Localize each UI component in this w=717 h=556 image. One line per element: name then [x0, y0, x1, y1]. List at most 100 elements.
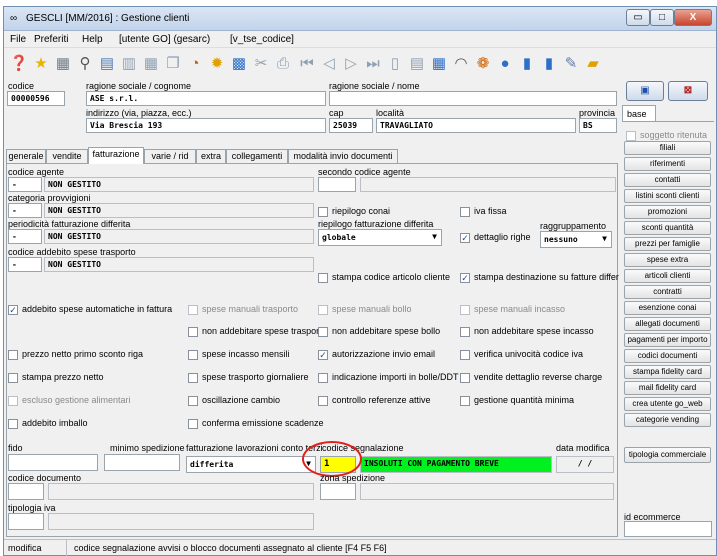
print-icon[interactable]: ⎙	[272, 53, 294, 75]
grid-icon[interactable]: ▦	[52, 53, 74, 75]
cancel-icon[interactable]: ⊠	[668, 81, 708, 101]
period-code[interactable]: -	[8, 229, 42, 244]
vendite-reverse-checkbox[interactable]: vendite dettaglio reverse charge	[460, 372, 602, 383]
last-icon[interactable]: ⏭	[362, 53, 384, 75]
non-add-bollo-checkbox[interactable]: non addebitare spese bollo	[318, 326, 440, 337]
report-icon[interactable]: ▤	[406, 53, 428, 75]
page-icon[interactable]: ▯	[384, 53, 406, 75]
indicazione-importi-checkbox[interactable]: indicazione importi in bolle/DDT	[318, 372, 459, 383]
stampa-prezzo-checkbox[interactable]: stampa prezzo netto	[8, 372, 104, 383]
non-add-trasp-checkbox[interactable]: non addebitare spese trasporto	[188, 326, 327, 337]
localita-field[interactable]: TRAVAGLIATO	[376, 118, 576, 133]
iva-fissa-checkbox[interactable]: iva fissa	[460, 206, 507, 217]
doc-stack-icon[interactable]: ▮	[538, 53, 560, 75]
menu-tse-codice[interactable]: [v_tse_codice]	[230, 34, 294, 45]
fido-field[interactable]	[8, 454, 98, 471]
zona-code[interactable]	[320, 483, 356, 500]
promozioni-button[interactable]: promozioni	[624, 205, 711, 219]
menu-utente[interactable]: [utente GO] (gesarc)	[119, 34, 210, 45]
controllo-ref-checkbox[interactable]: controllo referenze attive	[318, 395, 431, 406]
riepilogo-fatt-select[interactable]: globale ▼	[318, 229, 442, 246]
doc-blue-icon[interactable]: ▮	[516, 53, 538, 75]
tab-modalita-invio[interactable]: modalità invio documenti	[288, 149, 398, 163]
list-icon[interactable]: ▥	[118, 53, 140, 75]
stampa-dest-checkbox[interactable]: ✓ stampa destinazione su fatture differ	[460, 272, 619, 283]
cap-field[interactable]: 25039	[329, 118, 373, 133]
raggr-select[interactable]: nessuno ▼	[540, 231, 612, 248]
addebito-imballo-checkbox[interactable]: addebito imballo	[8, 418, 88, 429]
oscillazione-checkbox[interactable]: oscillazione cambio	[188, 395, 280, 406]
prezzo-netto-primo-checkbox[interactable]: prezzo netto primo sconto riga	[8, 349, 143, 360]
menu-help[interactable]: Help	[82, 34, 103, 45]
escluso-alim-checkbox[interactable]: escluso gestione alimentari	[8, 395, 131, 406]
min-sped-field[interactable]	[104, 454, 180, 471]
secondo-agente-code[interactable]	[318, 177, 356, 192]
tab-fatturazione[interactable]: fatturazione	[88, 147, 144, 164]
fatt-lav-select[interactable]: differita ▼	[186, 456, 316, 473]
copy-icon[interactable]: ❐	[162, 53, 184, 75]
addebito-auto-checkbox[interactable]: ✓ addebito spese automatiche in fattura	[8, 304, 172, 315]
first-icon[interactable]: ⏮	[296, 53, 318, 75]
pagamenti-importo-button[interactable]: pagamenti per importo	[624, 333, 711, 347]
tab-extra[interactable]: extra	[196, 149, 226, 163]
cut-icon[interactable]: ✂	[250, 53, 272, 75]
tab-varie-rid[interactable]: varie / rid	[144, 149, 196, 163]
tab-generale[interactable]: generale	[6, 149, 46, 163]
spese-man-trasp-checkbox[interactable]: spese manuali trasporto	[188, 304, 298, 315]
maximize-button[interactable]: □	[650, 9, 674, 26]
listini-sconti-button[interactable]: listini sconti clienti	[624, 189, 711, 203]
ragione-field[interactable]: ASE s.r.l.	[86, 91, 326, 106]
document-icon[interactable]: ▤	[96, 53, 118, 75]
pie-icon[interactable]: ◔	[184, 53, 206, 75]
verifica-iva-checkbox[interactable]: verifica univocità codice iva	[460, 349, 583, 360]
save-icon[interactable]: ▣	[626, 81, 664, 101]
categorie-vending-button[interactable]: categorie vending	[624, 413, 711, 427]
non-add-incasso-checkbox[interactable]: non addebitare spese incasso	[460, 326, 594, 337]
spese-extra-button[interactable]: spese extra	[624, 253, 711, 267]
close-button[interactable]: X	[674, 9, 712, 26]
esenzione-conai-button[interactable]: esenzione conai	[624, 301, 711, 315]
filiali-button[interactable]: filiali	[624, 141, 711, 155]
articoli-clienti-button[interactable]: articoli clienti	[624, 269, 711, 283]
tab-base[interactable]: base	[622, 105, 656, 121]
sun-icon[interactable]: ✹	[206, 53, 228, 75]
next-icon[interactable]: ▷	[340, 53, 362, 75]
autorizz-email-checkbox[interactable]: ✓ autorizzazione invio email	[318, 349, 435, 360]
riepilogo-conai-checkbox[interactable]: riepilogo conai	[318, 206, 390, 217]
sconti-quantita-button[interactable]: sconti quantità	[624, 221, 711, 235]
crea-utente-button[interactable]: crea utente go_web	[624, 397, 711, 411]
stampa-codice-checkbox[interactable]: stampa codice articolo cliente	[318, 272, 450, 283]
spese-man-bollo-checkbox[interactable]: spese manuali bollo	[318, 304, 412, 315]
star-icon[interactable]: ★	[30, 53, 52, 75]
tip-iva-code[interactable]	[8, 513, 44, 530]
tab-vendite[interactable]: vendite	[46, 149, 88, 163]
tipologia-commerciale-button[interactable]: tipologia commerciale	[624, 447, 711, 463]
addebito-code[interactable]: -	[8, 257, 42, 272]
menu-file[interactable]: File	[10, 34, 26, 45]
stampa-fidelity-button[interactable]: stampa fidelity card	[624, 365, 711, 379]
soggetto-ritenuta-checkbox[interactable]: soggetto ritenuta	[626, 130, 707, 141]
menu-preferiti[interactable]: Preferiti	[34, 34, 68, 45]
spese-incasso-mens-checkbox[interactable]: spese incasso mensili	[188, 349, 290, 360]
indirizzo-field[interactable]: Via Brescia 193	[86, 118, 326, 133]
tab-collegamenti[interactable]: collegamenti	[226, 149, 288, 163]
spreadsheet-icon[interactable]: ▦	[428, 53, 450, 75]
help-icon[interactable]: ❓	[8, 53, 30, 75]
palette-icon[interactable]: ❁	[472, 53, 494, 75]
nome-field[interactable]	[329, 91, 617, 106]
prezzi-famiglie-button[interactable]: prezzi per famiglie	[624, 237, 711, 251]
gauge-icon[interactable]: ◠	[450, 53, 472, 75]
provincia-field[interactable]: BS	[579, 118, 617, 133]
riferimenti-button[interactable]: riferimenti	[624, 157, 711, 171]
folder-icon[interactable]: ▰	[582, 53, 604, 75]
id-ecommerce-field[interactable]	[624, 521, 712, 537]
contratti-button[interactable]: contratti	[624, 285, 711, 299]
contatti-button[interactable]: contatti	[624, 173, 711, 187]
codice-agente-code[interactable]: -	[8, 177, 42, 192]
cat-prov-code[interactable]: -	[8, 203, 42, 218]
cod-doc-code[interactable]	[8, 483, 44, 500]
minimize-button[interactable]: ▭	[626, 9, 650, 26]
spese-trasp-giorn-checkbox[interactable]: spese trasporto giornaliere	[188, 372, 309, 383]
calendar-icon[interactable]: ▩	[228, 53, 250, 75]
globe-icon[interactable]: ●	[494, 53, 516, 75]
